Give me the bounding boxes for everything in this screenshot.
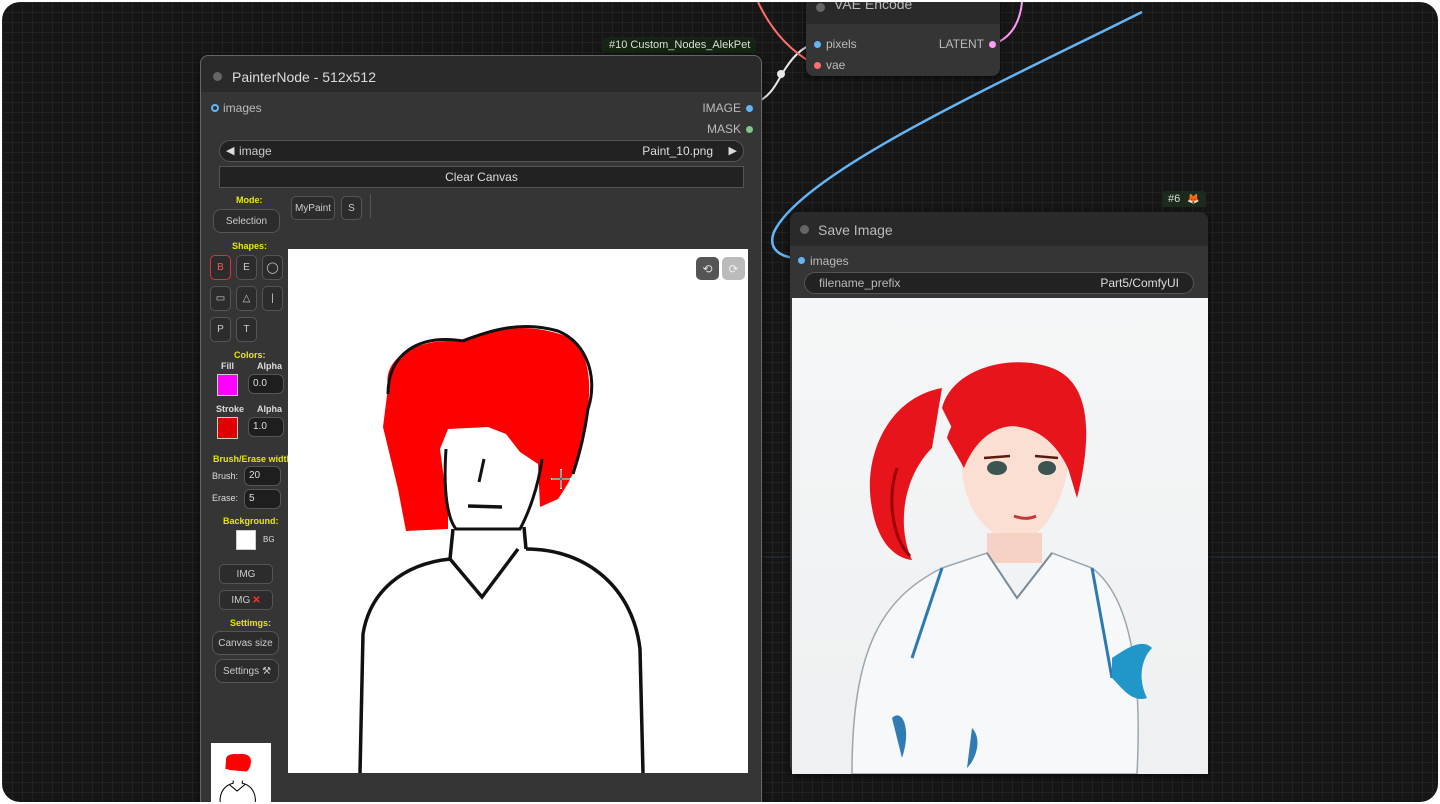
stroke-alpha-input[interactable]: 1.0 [248, 417, 284, 437]
save-image-node[interactable]: Save Image images filename_prefix Part5/… [790, 212, 1208, 774]
stroke-color-swatch[interactable] [217, 417, 238, 439]
shape-erase-button[interactable]: E [236, 255, 257, 280]
filename-prefix-widget[interactable]: filename_prefix Part5/ComfyUI [804, 272, 1194, 294]
brush-width-input[interactable]: 20 [244, 466, 281, 486]
shape-text-button[interactable]: T [236, 317, 257, 342]
pixels-input-label: pixels [826, 37, 857, 51]
node-collapse-dot[interactable] [213, 72, 222, 81]
save-node-badge: #6 🦊 [1162, 191, 1206, 207]
selection-button[interactable]: Selection [213, 209, 280, 233]
bg-label: BG [263, 535, 275, 544]
painter-drawing-canvas[interactable]: ⟲ ⟳ [288, 249, 748, 773]
mask-output-slot[interactable] [746, 126, 753, 133]
painter-node-badge: #10 Custom_Nodes_AlekPet [603, 37, 757, 53]
pixels-input-slot[interactable] [814, 41, 821, 48]
filename-prefix-label: filename_prefix [819, 276, 901, 290]
brush-width-label: Brush: [212, 471, 239, 481]
face-outline [443, 448, 544, 531]
combo-right-arrow[interactable]: ▶ [729, 144, 737, 157]
undo-button[interactable]: ⟲ [696, 257, 719, 280]
toolbar-divider [370, 194, 371, 218]
image-output-slot[interactable] [746, 105, 753, 112]
img-remove-button[interactable]: IMG ✕ [219, 590, 273, 610]
redo-button[interactable]: ⟳ [722, 257, 745, 280]
generated-output-image [792, 298, 1208, 774]
shape-triangle-button[interactable]: △ [236, 286, 257, 311]
remove-x-icon: ✕ [252, 594, 261, 606]
node-collapse-dot[interactable] [800, 225, 809, 234]
image-output-label: IMAGE [702, 101, 741, 115]
fill-alpha-label: Alpha [257, 361, 283, 371]
background-label: Background: [223, 516, 279, 526]
latent-output-label: LATENT [938, 37, 984, 51]
shoulder-left [358, 557, 451, 773]
filename-prefix-value: Part5/ComfyUI [1100, 276, 1179, 290]
img-remove-label: IMG [231, 594, 251, 606]
s-button[interactable]: S [341, 196, 362, 220]
save-image-title: Save Image [818, 222, 893, 238]
stroke-label: Stroke [216, 404, 245, 414]
vae-encode-title: VAE Encode [834, 2, 913, 12]
canvas-drawing [358, 324, 645, 773]
images-input-slot[interactable] [798, 257, 805, 264]
shape-brush-button[interactable]: B [210, 255, 231, 280]
vae-encode-node[interactable]: VAE Encode pixels vae LATENT [806, 2, 1000, 76]
painter-preview-thumbnail [211, 743, 271, 802]
preview-drawing [219, 753, 256, 802]
settings-button-label: Settings [222, 665, 260, 677]
shoulder-right [525, 547, 645, 773]
neck-left [448, 528, 455, 560]
images-input-label: images [810, 254, 849, 268]
fill-label: Fill [221, 361, 234, 371]
mode-label: Mode: [236, 195, 263, 205]
settings-button[interactable]: Settings ⚒ [215, 659, 279, 683]
image-combo-label: image [239, 144, 272, 158]
background-color-swatch[interactable] [236, 530, 256, 550]
reroute-dot [777, 70, 785, 78]
shape-circle-button[interactable]: ◯ [262, 255, 283, 280]
settings-label: Settimgs: [230, 618, 272, 628]
clear-canvas-button[interactable]: Clear Canvas [219, 166, 744, 188]
combo-left-arrow[interactable]: ◀ [226, 144, 234, 157]
painter-node-title: PainterNode - 512x512 [232, 69, 376, 85]
comfyui-canvas[interactable]: VAE Encode pixels vae LATENT #10 Custom_… [2, 2, 1438, 802]
mouth-stroke [467, 504, 503, 509]
erase-width-input[interactable]: 5 [244, 489, 281, 509]
shape-polygon-button[interactable]: P [210, 317, 231, 342]
tools-icon: ⚒ [262, 665, 272, 677]
neck-right [522, 526, 528, 550]
images-input-slot[interactable] [211, 104, 219, 112]
mypaint-button[interactable]: MyPaint [291, 196, 335, 220]
stroke-alpha-label: Alpha [257, 404, 283, 414]
mask-output-label: MASK [706, 122, 741, 136]
image-combo-widget[interactable]: ◀ image Paint_10.png ▶ [219, 140, 744, 162]
img-button[interactable]: IMG [219, 564, 273, 584]
shapes-label: Shapes: [232, 241, 268, 251]
eye-stroke [477, 458, 486, 483]
node-collapse-dot[interactable] [816, 3, 825, 12]
shape-rect-button[interactable]: ▭ [210, 286, 231, 311]
vae-input-slot[interactable] [814, 62, 821, 69]
vae-input-label: vae [826, 58, 846, 72]
brush-erase-width-label: Brush/Erase width: [213, 454, 296, 464]
collar [448, 547, 520, 600]
fill-alpha-input[interactable]: 0.0 [248, 374, 284, 394]
images-input-label: images [223, 101, 262, 115]
latent-output-slot[interactable] [989, 41, 996, 48]
anime-portrait [851, 362, 1152, 774]
canvas-size-button[interactable]: Canvas size [212, 631, 279, 655]
red-hair-stroke [383, 328, 590, 531]
fox-icon: 🦊 [1187, 194, 1200, 205]
colors-label: Colors: [234, 350, 266, 360]
shape-line-button[interactable]: | [262, 286, 283, 311]
save-node-id: #6 [1168, 193, 1181, 205]
image-combo-value: Paint_10.png [642, 144, 713, 158]
erase-width-label: Erase: [212, 493, 239, 503]
fill-color-swatch[interactable] [217, 374, 238, 396]
